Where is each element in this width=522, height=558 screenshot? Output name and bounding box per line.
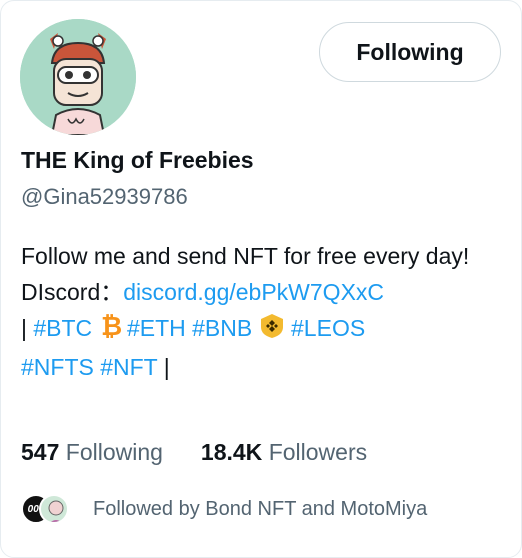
hashtag-nft[interactable]: #NFT: [100, 354, 157, 380]
followers-label: Followers: [268, 439, 368, 465]
hashtag-eth[interactable]: #ETH: [127, 315, 186, 341]
svg-text:₿: ₿: [101, 313, 121, 339]
bio-line-tags-2: #NFTS #NFT |: [21, 349, 506, 385]
followers-stat[interactable]: 18.4K Followers: [201, 439, 367, 466]
profile-stats: 547 Following 18.4K Followers: [21, 439, 367, 466]
following-label: Following: [65, 439, 163, 465]
following-button[interactable]: Following: [319, 22, 501, 82]
pipe-end: |: [157, 354, 170, 380]
profile-card: Following THE King of Freebies @Gina5293…: [0, 0, 522, 558]
hashtag-bnb[interactable]: #BNB: [192, 315, 252, 341]
profile-name: THE King of Freebies: [21, 147, 254, 173]
following-stat[interactable]: 547 Following: [21, 439, 163, 466]
hashtag-btc[interactable]: #BTC: [33, 315, 92, 341]
binance-icon: [259, 313, 285, 349]
followed-by-avatars: 007: [21, 491, 71, 527]
bio-line-discord: DIscord：discord.gg/ebPkW7QXxC: [21, 274, 506, 310]
avatar-illustration: [20, 19, 136, 135]
discord-link[interactable]: discord.gg/ebPkW7QXxC: [123, 279, 384, 305]
pipe-start: |: [21, 315, 34, 341]
hashtag-leos[interactable]: #LEOS: [291, 315, 365, 341]
followed-by-text: Followed by Bond NFT and MotoMiya: [93, 497, 428, 520]
bio-line-1: Follow me and send NFT for free every da…: [21, 243, 470, 269]
profile-avatar[interactable]: [20, 19, 136, 135]
profile-bio: Follow me and send NFT for free every da…: [21, 238, 506, 385]
discord-label: DIscord：: [21, 279, 124, 305]
bitcoin-icon: ₿: [99, 312, 122, 349]
followers-count: 18.4K: [200, 439, 263, 465]
profile-handle: @Gina52939786: [21, 184, 188, 209]
bio-line-tags-1: | #BTC ₿ #ETH #BNB #LEOS: [21, 310, 506, 349]
following-count: 547: [21, 439, 60, 465]
hashtag-nfts[interactable]: #NFTS: [21, 354, 94, 380]
motomiya-avatar: [39, 494, 69, 524]
followed-by[interactable]: 007 Followed by Bond NFT and MotoMiya: [21, 491, 427, 527]
